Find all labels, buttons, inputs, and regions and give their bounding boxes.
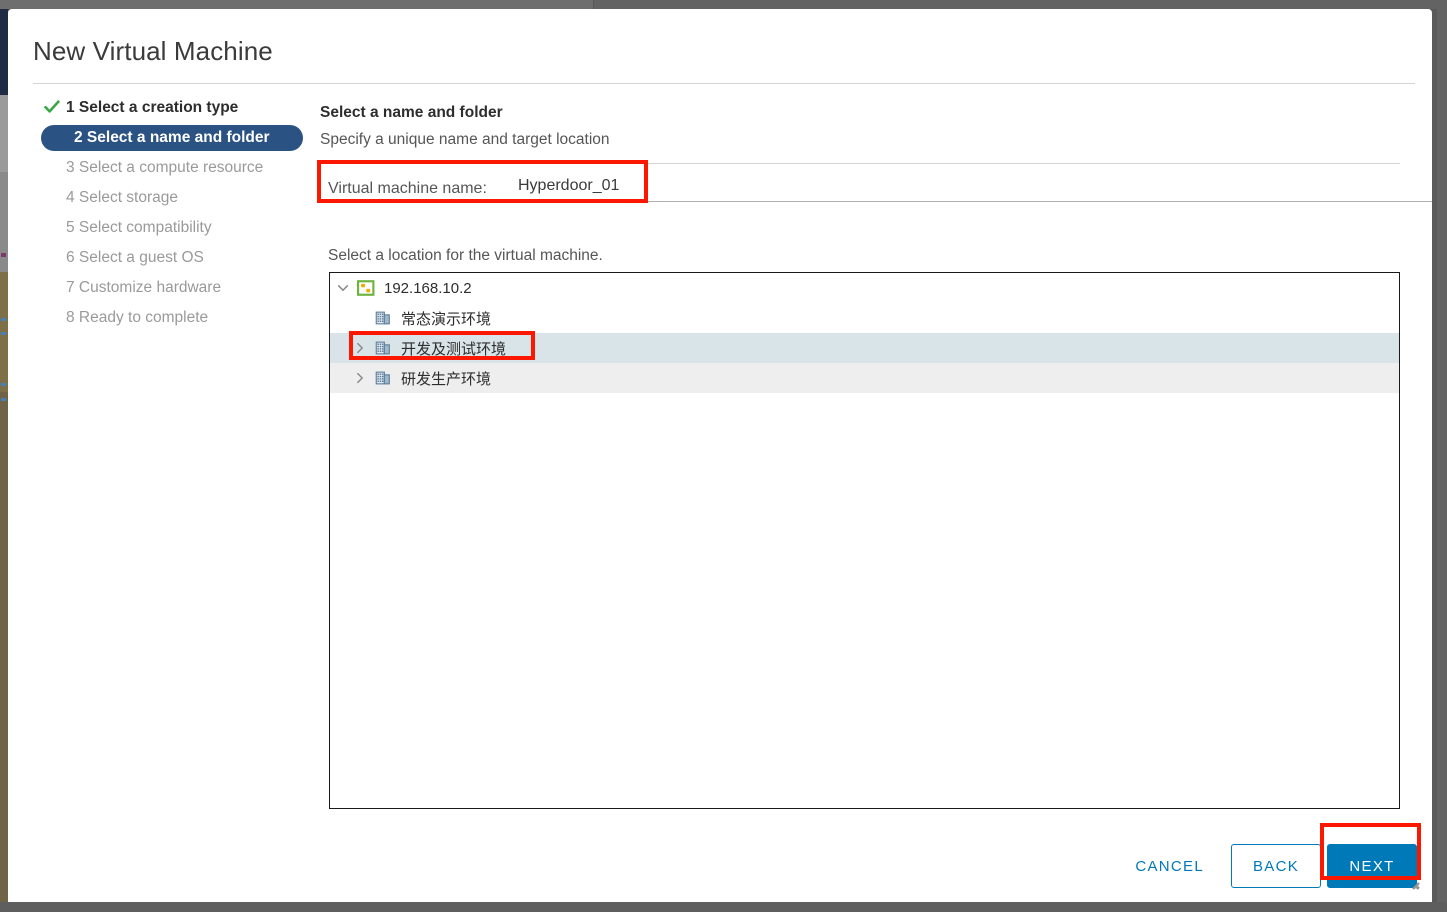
- content-divider: [320, 163, 1400, 164]
- tree-node-icon: [356, 279, 376, 297]
- wizard-step-label: 7 Customize hardware: [66, 279, 222, 296]
- background-left-grey-band: [0, 95, 8, 172]
- check-icon: [44, 100, 60, 113]
- vm-name-field-wrapper: [510, 177, 1432, 202]
- wizard-step-label: 3 Select a compute resource: [66, 159, 264, 176]
- tree-node-label: 常态演示环境: [401, 310, 492, 328]
- wizard-step-1[interactable]: 1 Select a creation type: [33, 95, 308, 121]
- wizard-step-label: 2 Select a name and folder: [74, 129, 270, 146]
- wizard-step-8[interactable]: 8 Ready to complete: [33, 305, 308, 331]
- background-left-accent-b: [1, 332, 6, 335]
- datacenter-icon: [375, 371, 390, 385]
- tree-node-label: 192.168.10.2: [384, 279, 472, 297]
- location-label: Select a location for the virtual machin…: [328, 247, 603, 264]
- vm-name-input[interactable]: [510, 177, 1432, 202]
- title-divider: [33, 83, 1415, 84]
- tree-row[interactable]: 常态演示环境: [330, 303, 1399, 333]
- cancel-button[interactable]: CANCEL: [1125, 850, 1214, 883]
- background-left-accent-d: [1, 398, 6, 401]
- tree-node-icon: [373, 369, 393, 387]
- background-bottom-rail: [0, 902, 1447, 912]
- back-button[interactable]: BACK: [1231, 844, 1321, 888]
- wizard-step-5[interactable]: 5 Select compatibility: [33, 215, 308, 241]
- wizard-step-7[interactable]: 7 Customize hardware: [33, 275, 308, 301]
- chevron-down-icon[interactable]: [336, 281, 350, 295]
- wizard-step-2[interactable]: 2 Select a name and folder: [41, 125, 303, 151]
- tree-row[interactable]: 开发及测试环境: [330, 333, 1399, 363]
- background-left-accent-a: [1, 318, 6, 321]
- wizard-step-label: 6 Select a guest OS: [66, 249, 204, 266]
- datacenter-icon: [375, 311, 390, 325]
- tree-row[interactable]: 研发生产环境: [330, 363, 1399, 393]
- vm-name-label: Virtual machine name:: [328, 180, 487, 197]
- resize-grip-icon[interactable]: [1404, 874, 1420, 890]
- background-left-accent-e: [1, 253, 6, 257]
- wizard-step-label: 1 Select a creation type: [66, 99, 239, 116]
- tree-row[interactable]: 192.168.10.2: [330, 273, 1399, 303]
- background-left-navy-band: [0, 9, 8, 95]
- dialog-footer: CANCEL BACK NEXT: [8, 827, 1432, 902]
- tree-node-label: 开发及测试环境: [401, 340, 507, 358]
- background-toolbar-strip-right: [594, 0, 1447, 9]
- chevron-right-icon[interactable]: [353, 371, 367, 385]
- tree-twisty[interactable]: [330, 273, 356, 303]
- chevron-right-icon[interactable]: [353, 341, 367, 355]
- tree-node-label: 研发生产环境: [401, 370, 492, 388]
- wizard-step-label: 8 Ready to complete: [66, 309, 209, 326]
- tree-twisty[interactable]: [347, 363, 373, 393]
- background-left-olive-band-b: [0, 392, 8, 912]
- new-virtual-machine-dialog: New Virtual Machine 1 Select a creation …: [8, 9, 1432, 902]
- tree-twisty: [347, 303, 373, 333]
- tree-node-icon: [373, 339, 393, 357]
- tree-twisty[interactable]: [347, 333, 373, 363]
- wizard-step-label: 5 Select compatibility: [66, 219, 212, 236]
- tree-node-icon: [373, 309, 393, 327]
- background-left-accent-c: [1, 383, 6, 386]
- page-subtitle: Specify a unique name and target locatio…: [320, 131, 610, 148]
- page-title: Select a name and folder: [320, 104, 503, 121]
- wizard-step-list: 1 Select a creation type 2 Select a name …: [33, 95, 308, 335]
- inventory-tree-panel[interactable]: 192.168.10.2 常态演示环境 开发及测试环境 研发生产环境: [329, 272, 1400, 809]
- background-right-rail: [1437, 0, 1447, 912]
- wizard-step-label: 4 Select storage: [66, 189, 179, 206]
- vcenter-icon: [357, 280, 375, 296]
- datacenter-icon: [375, 341, 390, 355]
- wizard-step-4[interactable]: 4 Select storage: [33, 185, 308, 211]
- wizard-step-6[interactable]: 6 Select a guest OS: [33, 245, 308, 271]
- dialog-title: New Virtual Machine: [33, 36, 273, 66]
- wizard-step-3[interactable]: 3 Select a compute resource: [33, 155, 308, 181]
